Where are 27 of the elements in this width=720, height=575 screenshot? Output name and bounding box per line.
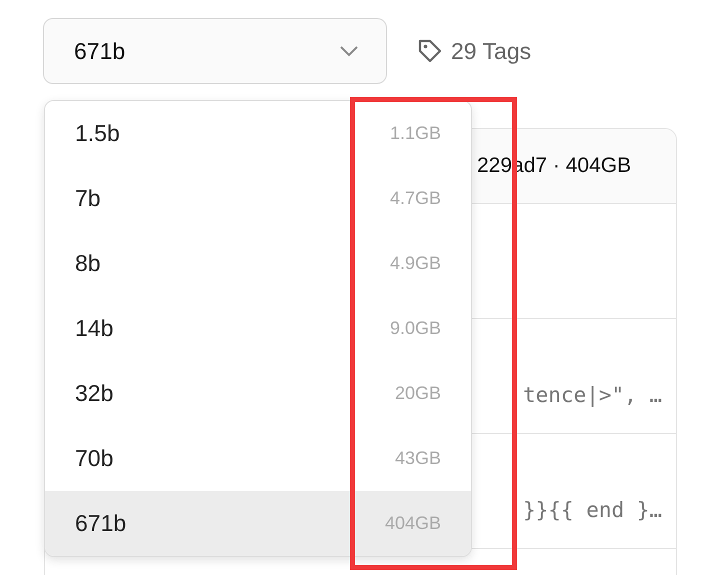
version-size: 20GB: [394, 383, 441, 404]
code-text: }}{{ end }…: [523, 498, 662, 522]
tag-icon: [417, 38, 443, 64]
version-size: 4.7GB: [390, 188, 441, 209]
version-label: 70b: [75, 445, 114, 472]
menu-item[interactable]: 671b 404GB: [45, 491, 471, 556]
version-size: 404GB: [384, 513, 441, 534]
menu-item[interactable]: 8b 4.9GB: [45, 231, 471, 296]
menu-item[interactable]: 70b 43GB: [45, 426, 471, 491]
version-label: 8b: [75, 250, 101, 277]
menu-item[interactable]: 14b 9.0GB: [45, 296, 471, 361]
model-select[interactable]: 671b: [43, 18, 387, 84]
tags-count[interactable]: 29 Tags: [451, 38, 532, 64]
menu-item[interactable]: 1.5b 1.1GB: [45, 101, 471, 166]
version-size: 43GB: [394, 448, 441, 469]
version-size: 9.0GB: [390, 318, 441, 339]
version-label: 671b: [75, 510, 126, 537]
menu-item[interactable]: 7b 4.7GB: [45, 166, 471, 231]
version-size: 1.1GB: [390, 123, 441, 144]
chevron-down-icon: [340, 46, 358, 56]
version-size: 4.9GB: [390, 253, 441, 274]
version-label: 32b: [75, 380, 114, 407]
version-label: 7b: [75, 185, 101, 212]
menu-item[interactable]: 32b 20GB: [45, 361, 471, 426]
version-label: 14b: [75, 315, 114, 342]
code-text: tence|>", …: [523, 383, 662, 407]
version-label: 1.5b: [75, 120, 120, 147]
